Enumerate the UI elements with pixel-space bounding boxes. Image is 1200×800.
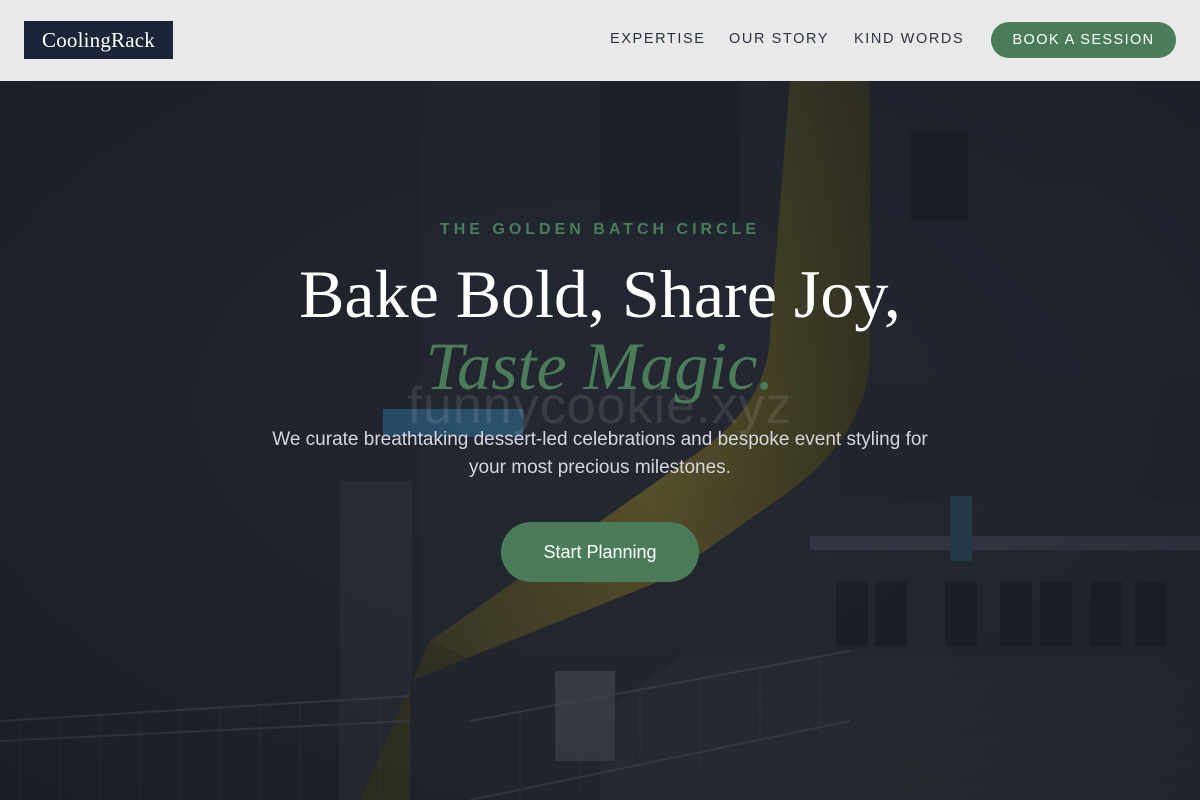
hero-headline: Bake Bold, Share Joy,	[299, 256, 901, 332]
hero-section: THE GOLDEN BATCH CIRCLE Bake Bold, Share…	[0, 81, 1200, 800]
hero-subtitle: We curate breathtaking dessert-led celeb…	[272, 429, 928, 478]
logo[interactable]: CoolingRack	[24, 21, 173, 59]
start-planning-button[interactable]: Start Planning	[501, 522, 699, 582]
hero-headline-accent: Taste Magic.	[425, 328, 775, 404]
nav-link-kind-words[interactable]: KIND WORDS	[854, 31, 964, 47]
hero-eyebrow: THE GOLDEN BATCH CIRCLE	[439, 221, 761, 238]
book-session-button[interactable]: BOOK A SESSION	[991, 22, 1176, 58]
nav-link-our-story[interactable]: OUR STORY	[729, 31, 829, 47]
site-header: CoolingRack EXPERTISE OUR STORY KIND WOR…	[0, 0, 1200, 81]
nav-link-expertise[interactable]: EXPERTISE	[610, 31, 706, 47]
